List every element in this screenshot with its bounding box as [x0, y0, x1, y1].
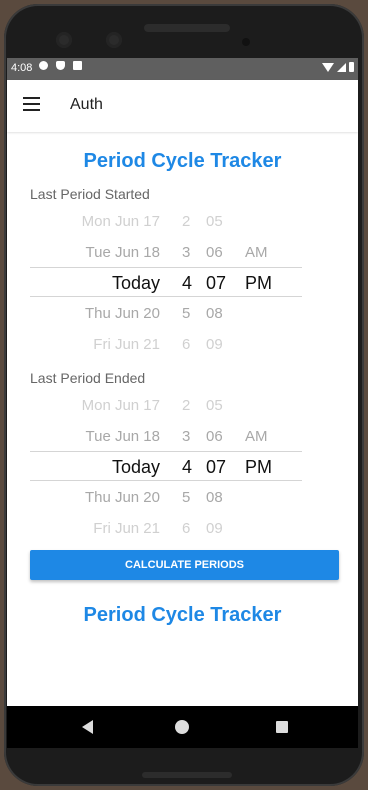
- picker-minute: 08: [206, 489, 223, 506]
- status-time: 4:08: [11, 62, 33, 74]
- picker-date: Today: [111, 457, 160, 477]
- picker-date: Fri Jun 21: [93, 520, 160, 537]
- settings-gear-icon: [39, 61, 48, 70]
- bottom-speaker: [142, 772, 232, 778]
- status-system-icons: [322, 62, 354, 72]
- picker-ampm: PM: [245, 457, 272, 477]
- picker-hour: 4: [182, 457, 193, 477]
- picker-hour: 2: [182, 213, 191, 230]
- top-bezel: [4, 4, 364, 60]
- picker-minute: 07: [206, 457, 227, 477]
- picker-row[interactable]: Mon Jun 17 2 05: [30, 390, 302, 420]
- sd-card-icon: [73, 61, 82, 70]
- picker-minute: 05: [206, 397, 223, 414]
- app-bar: Auth: [7, 80, 358, 132]
- picker-date: Mon Jun 17: [81, 213, 160, 230]
- picker-hour: 4: [182, 273, 193, 293]
- picker-minute: 06: [206, 428, 223, 445]
- picker-row[interactable]: Fri Jun 21 6 09: [30, 329, 302, 359]
- picker-minute: 05: [206, 213, 223, 230]
- picker-row-selected[interactable]: Today 4 07 PM: [30, 451, 302, 481]
- picker-hour: 5: [182, 489, 191, 506]
- picker-minute: 09: [206, 520, 223, 537]
- picker-row[interactable]: Tue Jun 18 3 06 AM: [30, 237, 302, 267]
- picker-ampm: AM: [245, 244, 268, 261]
- recent-apps-icon[interactable]: [276, 721, 288, 733]
- picker-date: Thu Jun 20: [84, 305, 160, 322]
- ended-label: Last Period Ended: [30, 370, 146, 386]
- picker-hour: 6: [182, 520, 191, 537]
- home-icon[interactable]: [175, 720, 189, 734]
- calculate-periods-button[interactable]: CALCULATE PERIODS: [30, 550, 339, 580]
- screen: 4:08 Auth Period Cycle Tracker Last Peri…: [7, 58, 358, 748]
- picker-date: Tue Jun 18: [85, 244, 161, 261]
- front-camera-icon: [106, 32, 122, 48]
- picker-row[interactable]: Thu Jun 20 5 08: [30, 482, 302, 512]
- picker-minute: 08: [206, 305, 223, 322]
- start-date-time-picker[interactable]: Mon Jun 17 2 05 Tue Jun 18 3 06 AM Today…: [30, 206, 302, 386]
- earpiece-speaker: [144, 24, 230, 32]
- shield-icon: [56, 61, 65, 70]
- menu-icon[interactable]: [23, 97, 40, 111]
- picker-date: Fri Jun 21: [93, 336, 160, 353]
- picker-hour: 5: [182, 305, 191, 322]
- picker-row-selected[interactable]: Today 4 07 PM: [30, 267, 302, 297]
- back-icon[interactable]: [82, 720, 93, 734]
- wifi-icon: [322, 62, 334, 72]
- status-bar: 4:08: [7, 58, 358, 80]
- cell-signal-icon: [337, 62, 346, 72]
- picker-hour: 2: [182, 397, 191, 414]
- footer-title: Period Cycle Tracker: [83, 604, 282, 626]
- picker-row[interactable]: Fri Jun 21 6 09: [30, 513, 302, 543]
- picker-ampm: PM: [245, 273, 272, 293]
- picker-hour: 6: [182, 336, 191, 353]
- front-camera-icon: [56, 32, 72, 48]
- picker-date: Thu Jun 20: [84, 489, 160, 506]
- picker-minute: 06: [206, 244, 223, 261]
- battery-icon: [349, 62, 354, 72]
- app-title: Auth: [70, 96, 103, 113]
- picker-date: Tue Jun 18: [85, 428, 161, 445]
- status-notification-icons: [39, 61, 82, 70]
- picker-ampm: AM: [245, 428, 268, 445]
- picker-minute: 07: [206, 273, 227, 293]
- picker-hour: 3: [182, 428, 191, 445]
- started-label: Last Period Started: [30, 186, 150, 202]
- picker-row[interactable]: Tue Jun 18 3 06 AM: [30, 421, 302, 451]
- picker-date: Today: [111, 273, 160, 293]
- picker-hour: 3: [182, 244, 191, 261]
- picker-minute: 09: [206, 336, 223, 353]
- picker-row[interactable]: Mon Jun 17 2 05: [30, 206, 302, 236]
- page-title: Period Cycle Tracker: [83, 150, 282, 172]
- picker-date: Mon Jun 17: [81, 397, 160, 414]
- proximity-sensor: [242, 38, 250, 46]
- picker-row[interactable]: Thu Jun 20 5 08: [30, 298, 302, 328]
- end-date-time-picker[interactable]: Mon Jun 17 2 05 Tue Jun 18 3 06 AM Today…: [30, 390, 302, 570]
- system-nav-bar: [7, 706, 358, 748]
